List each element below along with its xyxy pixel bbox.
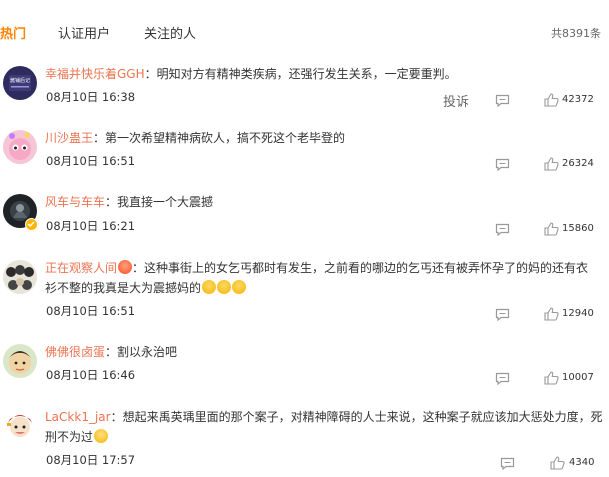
comment-separator: ： [105, 345, 118, 359]
comment-separator: ： [93, 131, 106, 145]
tab-following[interactable]: 关注的人 [144, 23, 196, 42]
comment-username[interactable]: 佛佛很卤蛋 [45, 345, 105, 359]
comment-text-block: 佛佛很卤蛋：割以永治吧 [45, 342, 605, 362]
comment-text-block: LaCkk1_jar：想起来禹英瑀里面的那个案子，对精神障碍的人士来说，这种案子… [45, 407, 603, 447]
reply-icon[interactable] [495, 92, 510, 108]
angry-emoji-icon [118, 260, 133, 274]
like-icon[interactable] [544, 221, 559, 236]
avatar[interactable] [3, 260, 37, 294]
comment-username[interactable]: 幸福并快乐着GGH [45, 67, 145, 81]
comment-username[interactable]: LaCkk1_jar [45, 410, 111, 424]
like-count: 15860 [562, 223, 594, 234]
comment-text: 第一次希望精神病砍人，搞不死这个老毕登的 [105, 131, 346, 145]
like-icon[interactable] [544, 370, 559, 385]
comment-text-block: 川沙蛊王：第一次希望精神病砍人，搞不死这个老毕登的 [45, 128, 605, 148]
sweat-smile-emoji-icon [232, 280, 247, 294]
comment-text: 明知对方有精神类疾病，还强行发生关系，一定要重判。 [156, 67, 457, 81]
reply-icon[interactable] [500, 455, 515, 471]
tab-hot[interactable]: 热门 [0, 23, 26, 42]
comment-username[interactable]: 川沙蛊王 [45, 131, 93, 145]
like-count: 4340 [569, 457, 595, 468]
like-count: 10007 [562, 372, 594, 383]
comment-username[interactable]: 正在观察人间 [45, 261, 117, 275]
comment-time: 08月10日 16:51 [46, 154, 136, 168]
comment-time: 08月10日 16:46 [46, 368, 136, 382]
comment-separator: ： [132, 261, 145, 275]
reply-icon[interactable] [495, 156, 510, 172]
avatar[interactable] [3, 130, 37, 164]
like-icon[interactable] [544, 92, 559, 107]
comment-text: 想起来禹英瑀里面的那个案子，对精神障碍的人士来说，这种案子就应该加大惩处力度，死… [45, 410, 603, 444]
avatar[interactable] [3, 344, 37, 378]
comment-text-block: 风车与车车：我直接一个大震撼 [45, 192, 605, 212]
sweat-smile-emoji-icon [217, 280, 232, 294]
tab-verified-users[interactable]: 认证用户 [58, 23, 110, 42]
avatar[interactable] [3, 409, 37, 443]
report-button[interactable]: 投诉 [443, 91, 469, 110]
comment-time: 08月10日 17:57 [46, 453, 136, 467]
reply-icon[interactable] [495, 306, 510, 322]
sweat-smile-emoji-icon [202, 280, 217, 294]
comment-separator: ： [144, 67, 157, 81]
comment-username[interactable]: 风车与车车 [45, 195, 105, 209]
comment-time: 08月10日 16:51 [46, 304, 136, 318]
comment-text-block: 正在观察人间 ：这种事街上的女乞丐都时有发生，之前看的哪边的乞丐还有被弄怀孕了的妈… [45, 258, 593, 298]
comment-filter-tabs: 热门 认证用户 关注的人 共8391条 [0, 0, 609, 44]
total-comment-count: 共8391条 [551, 27, 601, 40]
verified-badge-icon [25, 218, 38, 231]
comment-time: 08月10日 16:21 [46, 219, 136, 233]
like-icon[interactable] [544, 306, 559, 321]
comment-separator: ： [105, 195, 118, 209]
avatar-logo-text: 酱铺后记 [10, 77, 30, 84]
like-icon[interactable] [544, 156, 559, 171]
comment-text-block: 幸福并快乐着GGH：明知对方有精神类疾病，还强行发生关系，一定要重判。 [45, 64, 605, 84]
like-count: 42372 [562, 94, 594, 105]
like-count: 12940 [562, 308, 594, 319]
avatar[interactable]: 酱铺后记 [3, 66, 37, 100]
comment-text: 我直接一个大震撼 [117, 195, 214, 209]
comment-text: 割以永治吧 [117, 345, 178, 359]
like-count: 26324 [562, 158, 594, 169]
reply-icon[interactable] [495, 370, 510, 386]
crying-emoji-icon [94, 429, 109, 443]
like-icon[interactable] [550, 455, 565, 470]
comment-separator: ： [110, 410, 123, 424]
comment-time: 08月10日 16:38 [46, 90, 136, 104]
reply-icon[interactable] [495, 221, 510, 237]
